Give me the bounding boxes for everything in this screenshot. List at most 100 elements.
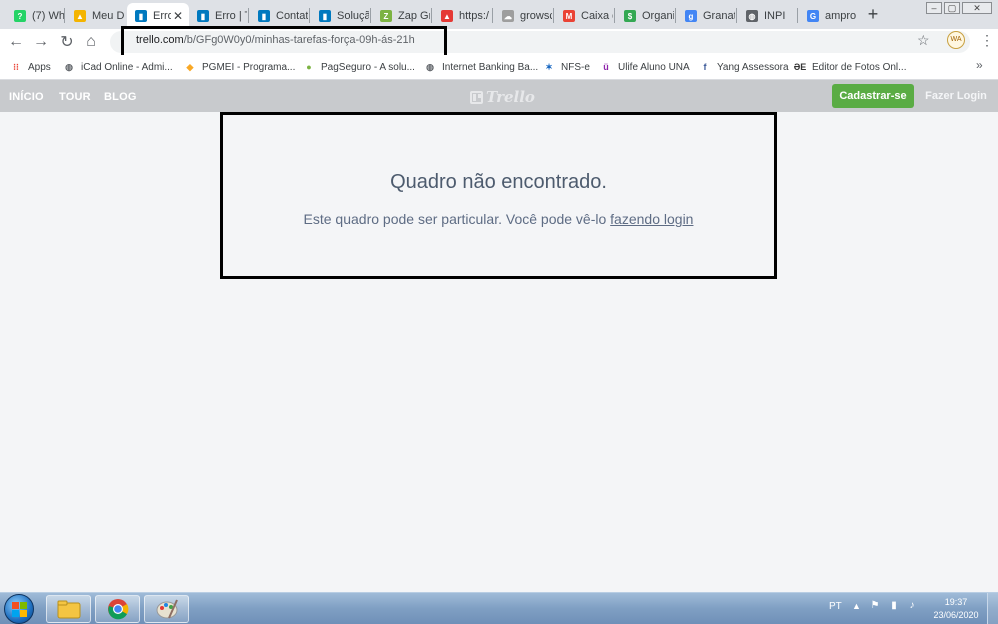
tab-title: Contat <box>276 10 308 22</box>
extension-icon[interactable]: WA <box>947 31 965 49</box>
bookmark-item[interactable]: ü Ulife Aluno UNA <box>600 59 690 75</box>
tab-title: growsc <box>520 10 552 22</box>
nfse-icon: ✶ <box>545 61 553 72</box>
warning-icon: ▲ <box>441 10 453 22</box>
tab-title: Caixa d <box>581 10 613 22</box>
browser-tab[interactable]: ☁ growsc <box>494 3 552 29</box>
trello-icon: ▮ <box>258 10 270 22</box>
tab-title: Soluçã <box>337 10 369 22</box>
browser-menu-icon[interactable]: ⋮ <box>980 32 994 49</box>
trello-icon: ▮ <box>135 10 147 22</box>
chrome-icon <box>107 599 128 620</box>
tab-title: Erro | T <box>215 10 247 22</box>
close-window-button[interactable]: ✕ <box>962 2 992 14</box>
volume-icon[interactable]: ♪ <box>906 600 918 612</box>
facebook-icon: f <box>703 62 707 72</box>
bookmark-label: iCad Online - Admi... <box>81 61 173 73</box>
forward-arrow-icon[interactable]: → <box>31 32 51 52</box>
browser-tab[interactable]: ? (7) Wh <box>6 3 64 29</box>
tab-title: Meu Dr <box>92 10 124 22</box>
tab-title: Zap Gr <box>398 10 430 22</box>
error-message-text: Este quadro pode ser particular. Você po… <box>303 211 611 227</box>
bookmark-item[interactable]: ✶ NFS-e <box>543 59 590 75</box>
tab-separator <box>370 8 371 23</box>
browser-tab[interactable]: ▲ Meu Dr <box>66 3 124 29</box>
clock-date[interactable]: 23/06/2020 <box>930 610 982 620</box>
reload-icon[interactable]: ↻ <box>57 32 77 52</box>
minimize-window-button[interactable]: – <box>926 2 942 14</box>
globe-icon: ◍ <box>746 10 758 22</box>
tab-separator <box>64 8 65 23</box>
zap-icon: Z <box>380 10 392 22</box>
tab-separator <box>553 8 554 23</box>
login-button[interactable]: Fazer Login <box>918 84 994 108</box>
tab-separator <box>492 8 493 23</box>
bookmark-item[interactable]: ◍ iCad Online - Admi... <box>63 59 173 75</box>
trello-icon: ▮ <box>197 10 209 22</box>
bookmark-label: PagSeguro - A solu... <box>321 61 415 73</box>
nav-blog[interactable]: BLOG <box>104 91 137 103</box>
home-icon[interactable]: ⌂ <box>81 32 101 52</box>
bookmark-label: Apps <box>28 61 51 73</box>
google-icon: G <box>807 10 819 22</box>
tab-title: https:/ <box>459 10 489 22</box>
maximize-window-button[interactable]: ▢ <box>944 2 960 14</box>
browser-tab[interactable]: $ Organi <box>616 3 674 29</box>
trello-icon: ▮ <box>319 10 331 22</box>
photo-editor-icon: ƏE <box>793 62 807 72</box>
bookmark-item[interactable]: ● PagSeguro - A solu... <box>303 59 415 75</box>
bookmark-label: Editor de Fotos Onl... <box>812 61 907 73</box>
bookmarks-overflow-icon[interactable]: » <box>976 58 983 72</box>
taskbar-chrome[interactable] <box>95 595 140 623</box>
taskbar-explorer[interactable] <box>46 595 91 623</box>
start-button[interactable] <box>4 594 34 624</box>
tab-separator <box>431 8 432 23</box>
g-icon: g <box>685 10 697 22</box>
trello-logo[interactable]: Trello <box>470 88 535 106</box>
browser-tab[interactable]: Gampro <box>799 3 857 29</box>
tab-separator <box>614 8 615 23</box>
language-indicator[interactable]: PT <box>829 601 842 612</box>
network-icon[interactable]: ▮ <box>888 600 900 612</box>
tab-title: Organi <box>642 10 674 22</box>
login-link[interactable]: fazendo login <box>610 211 693 227</box>
bookmark-label: PGMEI - Programa... <box>202 61 296 73</box>
bookmark-item[interactable]: ⁝⁝ Apps <box>10 59 51 75</box>
bookmark-label: Ulife Aluno UNA <box>618 61 690 73</box>
gmail-icon: M <box>563 10 575 22</box>
show-desktop-button[interactable] <box>987 593 998 624</box>
clock-time[interactable]: 19:37 <box>935 597 977 607</box>
back-arrow-icon[interactable]: ← <box>6 32 26 52</box>
trello-logo-text: Trello <box>486 88 535 106</box>
tab-separator <box>675 8 676 23</box>
tab-title: (7) Wh <box>32 10 64 22</box>
taskbar-paint[interactable] <box>144 595 189 623</box>
bookmark-item[interactable]: ƏE Editor de Fotos Onl... <box>794 59 907 75</box>
browser-tab[interactable]: M Caixa d <box>555 3 613 29</box>
tab-close-icon[interactable]: ✕ <box>173 9 183 23</box>
tray-expand-icon[interactable]: ▲ <box>852 601 861 611</box>
browser-tab[interactable]: ◍ INPI <box>738 3 796 29</box>
cloud-icon: ☁ <box>502 10 514 22</box>
bookmark-star-icon[interactable]: ☆ <box>917 32 930 49</box>
paint-palette-icon <box>156 599 178 619</box>
bookmark-label: Internet Banking Ba... <box>442 61 539 73</box>
bookmark-item[interactable]: ◍ Internet Banking Ba... <box>424 59 538 75</box>
tab-separator <box>309 8 310 23</box>
new-tab-button[interactable]: + <box>864 4 882 25</box>
action-center-icon[interactable]: ⚑ <box>869 600 881 612</box>
nav-tour[interactable]: TOUR <box>59 91 91 103</box>
signup-button[interactable]: Cadastrar-se <box>832 84 914 108</box>
browser-tab[interactable]: g Granat <box>677 3 735 29</box>
annotation-highlight-box <box>220 112 777 279</box>
bookmark-item[interactable]: ◆ PGMEI - Programa... <box>184 59 296 75</box>
pagseguro-icon: ● <box>306 62 312 72</box>
tab-separator <box>736 8 737 23</box>
error-message: Este quadro pode ser particular. Você po… <box>220 211 777 227</box>
nav-inicio[interactable]: INÍCIO <box>9 91 44 103</box>
bookmark-item[interactable]: f Yang Assessora <box>699 59 789 75</box>
tab-title: INPI <box>764 10 786 22</box>
folder-icon <box>57 600 80 619</box>
apps-grid-icon: ⁝⁝ <box>13 61 19 72</box>
tab-title: ampro <box>825 10 857 22</box>
